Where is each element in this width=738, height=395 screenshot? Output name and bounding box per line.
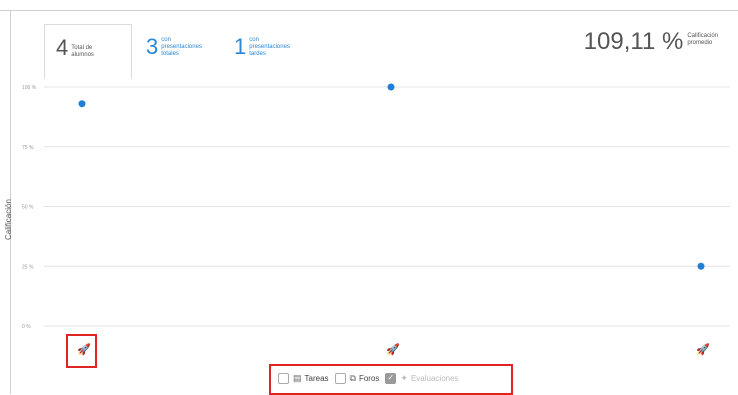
evaluaciones-label: Evaluaciones — [410, 374, 459, 383]
data-point[interactable] — [387, 83, 395, 91]
y-tick-label: 25 % — [22, 264, 34, 270]
forum-icon: ⧉ — [349, 373, 356, 383]
rocket-icon[interactable]: 🚀 — [696, 343, 710, 356]
foros-label: Foros — [358, 374, 380, 383]
legend: ▤ Tareas ⧉ Foros ✦ Evaluaciones — [278, 373, 465, 384]
tareas-label: Tareas — [304, 374, 329, 383]
assignment-icon: ▤ — [293, 373, 302, 383]
legend-item-tareas[interactable]: ▤ Tareas — [278, 373, 329, 384]
highlight-box-first-icon — [66, 334, 97, 368]
y-tick-label: 100 % — [22, 85, 37, 91]
y-tick-label: 0 % — [22, 324, 31, 330]
y-tick-label: 50 % — [22, 205, 34, 211]
legend-item-foros[interactable]: ⧉ Foros — [334, 373, 380, 384]
grades-chart: 0 %25 %50 %75 %100 %🚀 🚀 🚀 — [22, 83, 730, 356]
data-point[interactable] — [697, 262, 705, 270]
y-tick-label: 75 % — [22, 145, 34, 151]
rocket-icon[interactable]: 🚀 — [386, 343, 400, 356]
foros-checkbox[interactable] — [334, 373, 346, 384]
assessment-icon: ✦ — [400, 373, 408, 383]
evaluaciones-checkbox[interactable] — [385, 373, 397, 384]
tareas-checkbox[interactable] — [278, 373, 289, 384]
legend-item-evaluaciones[interactable]: ✦ Evaluaciones — [385, 373, 459, 384]
data-point[interactable] — [78, 100, 86, 108]
